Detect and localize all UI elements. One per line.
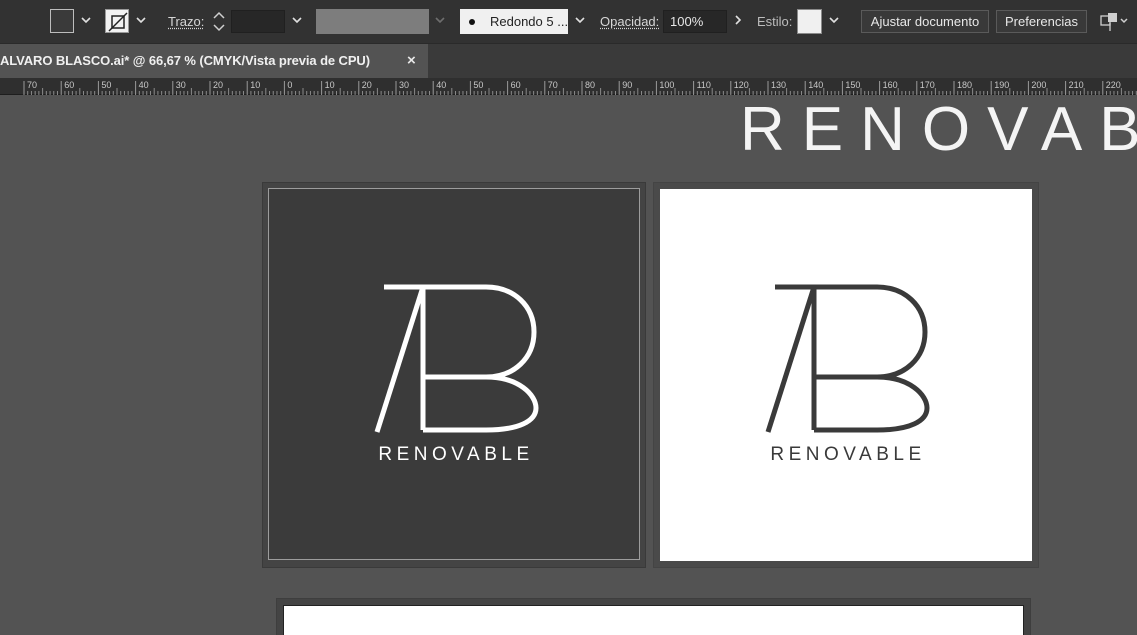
ruler-label: 70 <box>27 80 37 90</box>
control-bar: Trazo: Redondo 5 ... Opacidad: 100% Esti… <box>0 0 1137 44</box>
document-tab-title: ALVARO BLASCO.ai* @ 66,67 % (CMYK/Vista … <box>0 53 370 68</box>
stroke-weight-chevron-icon[interactable] <box>291 14 303 26</box>
ruler-label: 20 <box>362 80 372 90</box>
ruler-label: 150 <box>845 80 860 90</box>
preferences-button[interactable]: Preferencias <box>996 10 1087 33</box>
stroke-color-swatch[interactable] <box>105 9 129 33</box>
ruler-label: 140 <box>808 80 823 90</box>
ruler-label: 40 <box>139 80 149 90</box>
ruler-label: 120 <box>734 80 749 90</box>
brush-definition[interactable]: Redondo 5 ... <box>460 9 568 34</box>
document-tab-bar: ALVARO BLASCO.ai* @ 66,67 % (CMYK/Vista … <box>0 44 1137 78</box>
ruler-label: 50 <box>101 80 111 90</box>
opacity-label[interactable]: Opacidad: <box>600 14 659 29</box>
fill-dropdown-chevron-icon[interactable] <box>80 14 92 26</box>
document-tab[interactable]: ALVARO BLASCO.ai* @ 66,67 % (CMYK/Vista … <box>0 44 428 78</box>
ruler-label: 190 <box>994 80 1009 90</box>
artboard-light[interactable]: RENOVABLE <box>653 182 1039 568</box>
stroke-label[interactable]: Trazo: <box>168 14 204 29</box>
ruler-label: 40 <box>436 80 446 90</box>
brush-label: Redondo 5 ... <box>490 14 568 29</box>
ruler-label: 160 <box>883 80 898 90</box>
style-chevron-icon[interactable] <box>828 14 840 26</box>
brush-dot-icon <box>469 19 475 25</box>
renovable-headline-text[interactable]: RENOVABLE <box>740 95 1137 165</box>
renovable-wordmark-dark[interactable]: RENOVABLE <box>660 444 1032 466</box>
graphic-style-swatch[interactable] <box>797 9 822 34</box>
ruler-label: 180 <box>957 80 972 90</box>
horizontal-ruler[interactable]: 70 60 50 40 30 20 10 0 10 20 30 40 50 60 70 80 90 100 110 1… <box>0 78 1137 95</box>
ruler-label: 90 <box>622 80 632 90</box>
stroke-weight-stepper-icon[interactable] <box>209 10 229 33</box>
ruler-label: 70 <box>548 80 558 90</box>
artboard-dark[interactable]: RENOVABLE <box>262 182 646 568</box>
ruler-label: 20 <box>213 80 223 90</box>
brush-chevron-icon[interactable] <box>574 14 586 26</box>
ruler-label: 60 <box>64 80 74 90</box>
stroke-weight-field[interactable] <box>231 10 285 33</box>
adjust-document-button[interactable]: Ajustar documento <box>861 10 989 33</box>
artboard-bottom[interactable] <box>276 598 1031 635</box>
ruler-label: 210 <box>1069 80 1084 90</box>
ruler-label: 30 <box>399 80 409 90</box>
ruler-label: 110 <box>697 80 711 90</box>
ruler-label: 30 <box>176 80 186 90</box>
arrange-documents-icon[interactable] <box>1099 11 1129 36</box>
ruler-label: 170 <box>920 80 935 90</box>
ruler-label: 60 <box>511 80 521 90</box>
ruler-label: 10 <box>250 80 260 90</box>
ruler-label: 100 <box>659 80 674 90</box>
ab-monogram-logo-light[interactable] <box>374 284 544 434</box>
artboard-dark-frame: RENOVABLE <box>268 188 640 560</box>
ruler-label: 200 <box>1031 80 1046 90</box>
ab-monogram-logo-dark[interactable] <box>765 284 935 434</box>
ruler-label: 80 <box>585 80 595 90</box>
ruler-label: 0 <box>287 80 292 90</box>
style-label: Estilo: <box>757 14 793 29</box>
artboard-light-frame: RENOVABLE <box>660 189 1032 561</box>
stroke-dropdown-chevron-icon[interactable] <box>135 14 147 26</box>
variable-width-profile[interactable] <box>316 9 429 34</box>
canvas[interactable]: RENOVABLE RENOVABLE <box>0 95 1137 635</box>
fill-color-swatch[interactable] <box>50 9 74 33</box>
ruler-label: 130 <box>771 80 786 90</box>
renovable-wordmark-light[interactable]: RENOVABLE <box>269 444 639 466</box>
opacity-chevron-right-icon[interactable] <box>732 14 744 26</box>
ruler-label: 220 <box>1106 80 1121 90</box>
ruler-label: 50 <box>473 80 483 90</box>
ruler-label: 10 <box>325 80 335 90</box>
opacity-field[interactable]: 100% <box>663 10 727 33</box>
artboard-bottom-frame <box>283 605 1024 635</box>
width-profile-chevron-icon[interactable] <box>434 14 446 26</box>
close-tab-icon[interactable]: × <box>407 52 416 69</box>
